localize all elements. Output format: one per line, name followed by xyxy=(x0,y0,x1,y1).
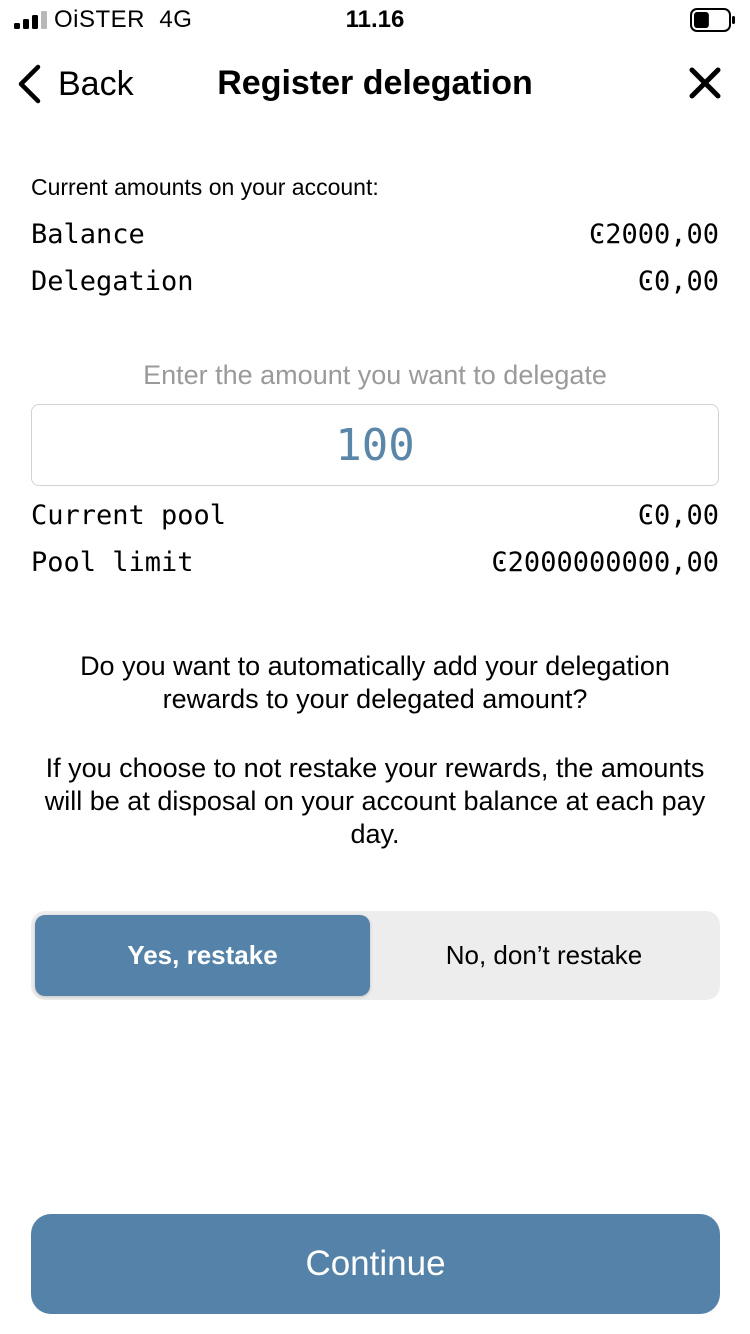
pool-limit-value: Ͼ2000000000,00 xyxy=(491,546,719,578)
balance-value: Ͼ2000,00 xyxy=(588,218,719,250)
account-heading: Current amounts on your account: xyxy=(31,174,379,200)
battery-icon xyxy=(690,8,735,32)
restake-question: Do you want to automatically add your de… xyxy=(80,651,670,714)
current-pool-value: Ͼ0,00 xyxy=(637,499,719,531)
continue-button[interactable]: Continue xyxy=(31,1214,720,1314)
pool-limit-row: Pool limit Ͼ2000000000,00 xyxy=(31,544,719,580)
page-title: Register delegation xyxy=(217,64,533,102)
amount-prompt: Enter the amount you want to delegate xyxy=(143,360,607,390)
yes-restake-button[interactable]: Yes, restake xyxy=(35,915,370,996)
current-pool-label: Current pool xyxy=(31,499,227,531)
status-bar: OiSTER 4G 11.16 xyxy=(0,0,750,40)
balance-row: Balance Ͼ2000,00 xyxy=(31,216,719,252)
pool-limit-label: Pool limit xyxy=(31,546,194,578)
status-time: 11.16 xyxy=(345,6,405,33)
delegation-value: Ͼ0,00 xyxy=(637,265,719,297)
close-icon[interactable] xyxy=(684,62,726,104)
delegation-label: Delegation xyxy=(31,265,194,297)
amount-field[interactable] xyxy=(31,404,719,486)
back-label: Back xyxy=(58,64,134,103)
amount-input[interactable] xyxy=(32,405,718,485)
current-pool-row: Current pool Ͼ0,00 xyxy=(31,497,719,533)
no-restake-button[interactable]: No, don’t restake xyxy=(372,915,716,996)
restake-explanation: If you choose to not restake your reward… xyxy=(44,753,706,849)
restake-segmented-control: Yes, restake No, don’t restake xyxy=(31,911,720,1000)
delegation-row: Delegation Ͼ0,00 xyxy=(31,263,719,299)
chevron-left-icon xyxy=(18,64,41,104)
balance-label: Balance xyxy=(31,218,145,250)
back-button[interactable]: Back xyxy=(14,58,154,110)
